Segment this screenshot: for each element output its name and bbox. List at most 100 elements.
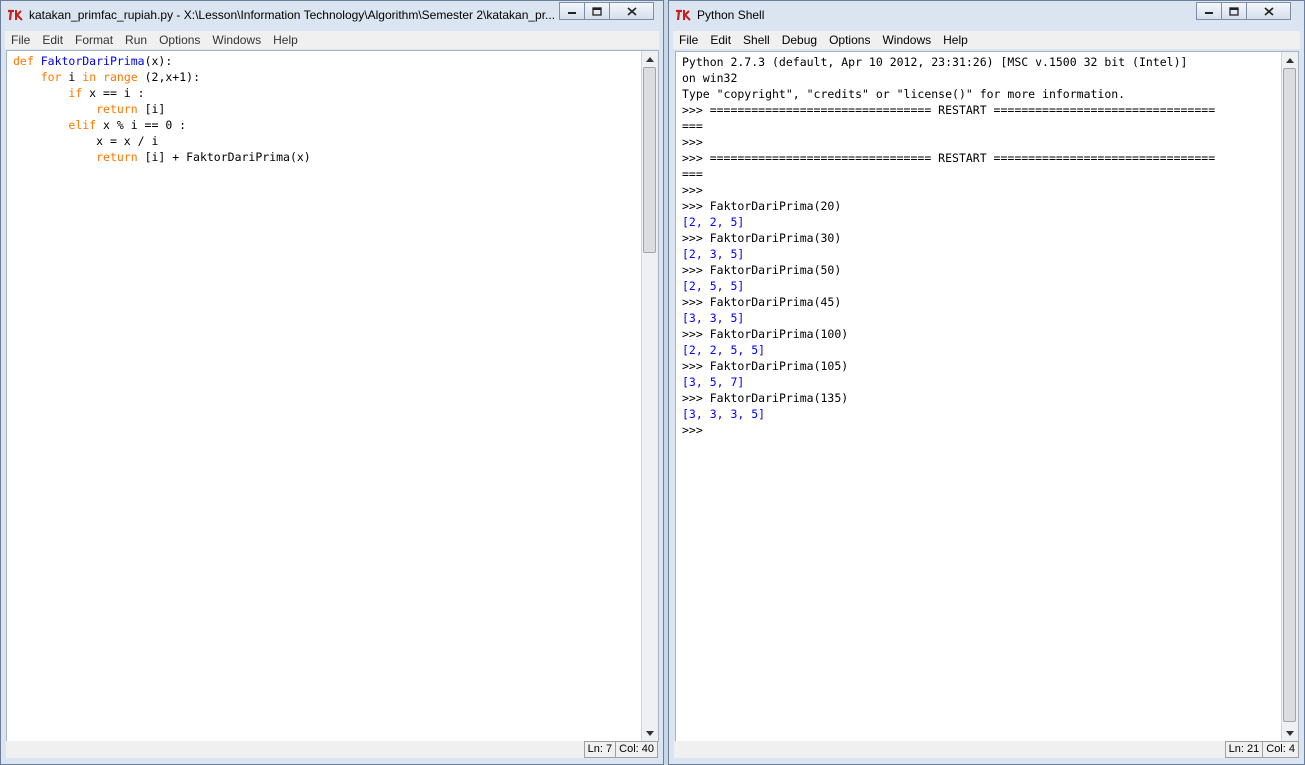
- scroll-thumb[interactable]: [643, 67, 656, 253]
- code-text: x == i :: [82, 86, 145, 100]
- minimize-icon: [568, 12, 576, 14]
- menu-windows[interactable]: Windows: [876, 31, 937, 49]
- shell-input: FaktorDariPrima(20): [709, 199, 842, 213]
- code-text: (2,x+1):: [137, 70, 200, 84]
- menu-options[interactable]: Options: [823, 31, 876, 49]
- menu-file[interactable]: File: [5, 31, 36, 49]
- editor-scrollbar[interactable]: [641, 51, 658, 741]
- shell-titlebar[interactable]: Python Shell: [669, 1, 1304, 30]
- shell-result: [2, 3, 5]: [682, 247, 745, 261]
- shell-input: FaktorDariPrima(100): [709, 327, 849, 341]
- menu-format[interactable]: Format: [69, 31, 119, 49]
- prompt: >>>: [682, 423, 703, 437]
- menu-edit[interactable]: Edit: [704, 31, 737, 49]
- menu-options[interactable]: Options: [153, 31, 206, 49]
- shell-banner: Type "copyright", "credits" or "license(…: [682, 87, 1126, 101]
- shell-output[interactable]: Python 2.7.3 (default, Apr 10 2012, 23:3…: [682, 54, 1215, 438]
- close-button[interactable]: [609, 2, 654, 20]
- shell-input: FaktorDariPrima(30): [709, 231, 842, 245]
- shell-title: Python Shell: [697, 8, 765, 22]
- close-icon: [1263, 6, 1274, 16]
- scroll-up-button[interactable]: [642, 51, 658, 67]
- keyword: if: [68, 86, 83, 100]
- shell-banner: Python 2.7.3 (default, Apr 10 2012, 23:3…: [682, 55, 1188, 69]
- menu-shell[interactable]: Shell: [737, 31, 776, 49]
- code-text: (x):: [144, 54, 173, 68]
- close-icon: [626, 6, 637, 16]
- editor-statusbar: Ln: 7 Col: 40: [6, 741, 658, 758]
- maximize-icon: [1229, 6, 1239, 16]
- keyword: elif: [68, 118, 97, 132]
- keyword: return: [96, 102, 138, 116]
- line-number: Ln: 7: [583, 741, 616, 758]
- minimize-icon: [1205, 12, 1213, 14]
- menu-edit[interactable]: Edit: [36, 31, 69, 49]
- scroll-down-icon: [1286, 730, 1294, 736]
- prompt: >>>: [682, 135, 703, 149]
- shell-text-area[interactable]: Python 2.7.3 (default, Apr 10 2012, 23:3…: [675, 51, 1299, 742]
- source-code[interactable]: def FaktorDariPrima(x): for i in range (…: [13, 53, 311, 165]
- code-text: x = x / i: [96, 134, 159, 148]
- menu-run[interactable]: Run: [119, 31, 153, 49]
- code-text: [i] + FaktorDariPrima(x): [137, 150, 311, 164]
- scroll-up-icon: [646, 56, 654, 62]
- scroll-up-icon: [1286, 57, 1294, 63]
- menu-help[interactable]: Help: [937, 31, 974, 49]
- minimize-button[interactable]: [1196, 2, 1222, 20]
- shell-input: FaktorDariPrima(105): [709, 359, 849, 373]
- scroll-down-icon: [646, 730, 654, 736]
- maximize-button[interactable]: [1221, 2, 1247, 20]
- prompt: >>>: [682, 183, 703, 197]
- prompt: >>>: [682, 263, 703, 277]
- maximize-button[interactable]: [584, 2, 610, 20]
- keyword: for: [40, 70, 62, 84]
- shell-banner: on win32: [682, 71, 738, 85]
- minimize-button[interactable]: [559, 2, 585, 20]
- scroll-down-button[interactable]: [1282, 725, 1298, 741]
- restart-line: ===: [682, 167, 703, 181]
- shell-caption-buttons: [1196, 2, 1291, 20]
- scroll-down-button[interactable]: [642, 725, 658, 741]
- editor-title: katakan_primfac_rupiah.py - X:\Lesson\In…: [29, 8, 556, 22]
- shell-menubar: File Edit Shell Debug Options Windows Help: [673, 31, 1300, 49]
- scroll-thumb[interactable]: [1283, 68, 1296, 722]
- restart-line: >>> ================================ RES…: [682, 151, 1216, 165]
- shell-result: [3, 5, 7]: [682, 375, 745, 389]
- editor-window: katakan_primfac_rupiah.py - X:\Lesson\In…: [0, 0, 664, 765]
- prompt: >>>: [682, 295, 703, 309]
- line-number: Ln: 21: [1224, 741, 1263, 758]
- menu-file[interactable]: File: [673, 31, 704, 49]
- restart-line: ===: [682, 119, 703, 133]
- shell-result: [3, 3, 5]: [682, 311, 745, 325]
- prompt: >>>: [682, 199, 703, 213]
- editor-text-area[interactable]: def FaktorDariPrima(x): for i in range (…: [6, 50, 659, 742]
- editor-caption-buttons: [559, 2, 654, 20]
- builtin: range: [103, 70, 138, 84]
- restart-line: >>> ================================ RES…: [682, 103, 1216, 117]
- shell-result: [2, 5, 5]: [682, 279, 745, 293]
- shell-input: FaktorDariPrima(135): [709, 391, 849, 405]
- close-button[interactable]: [1246, 2, 1291, 20]
- menu-help[interactable]: Help: [267, 31, 304, 49]
- keyword: in: [82, 70, 97, 84]
- shell-input: FaktorDariPrima(45): [709, 295, 842, 309]
- shell-statusbar: Ln: 21 Col: 4: [674, 741, 1299, 758]
- shell-window: Python Shell File Edit Shell Debug Options Wi…: [668, 0, 1305, 765]
- keyword: return: [96, 150, 138, 164]
- shell-input: FaktorDariPrima(50): [709, 263, 842, 277]
- prompt: >>>: [682, 231, 703, 245]
- keyword: def: [13, 54, 34, 68]
- menu-windows[interactable]: Windows: [206, 31, 267, 49]
- code-text: [i]: [137, 102, 166, 116]
- shell-result: [3, 3, 3, 5]: [682, 407, 766, 421]
- column-number: Col: 4: [1262, 741, 1299, 758]
- shell-scrollbar[interactable]: [1281, 52, 1298, 741]
- column-number: Col: 40: [615, 741, 658, 758]
- maximize-icon: [592, 6, 602, 16]
- menu-debug[interactable]: Debug: [776, 31, 823, 49]
- editor-titlebar[interactable]: katakan_primfac_rupiah.py - X:\Lesson\In…: [1, 1, 663, 30]
- code-text: i: [61, 70, 83, 84]
- idle-tk-icon: [8, 9, 23, 21]
- scroll-up-button[interactable]: [1282, 52, 1298, 68]
- code-text: x % i == 0 :: [96, 118, 187, 132]
